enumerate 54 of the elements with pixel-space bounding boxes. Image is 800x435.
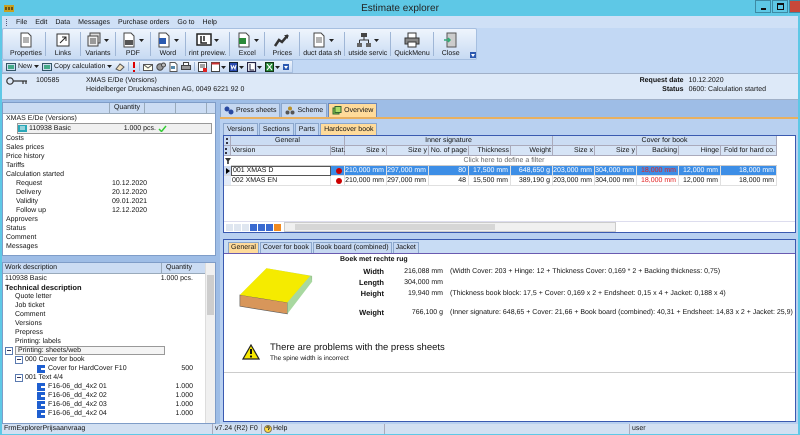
dropdown-caret-icon[interactable] (328, 38, 334, 42)
monitor-icon (196, 32, 212, 48)
dropdown-caret-icon[interactable] (254, 38, 259, 42)
row-indicator[interactable] (224, 166, 231, 176)
mail-icon[interactable] (143, 62, 154, 70)
dropdown-caret-icon[interactable] (104, 38, 110, 42)
grip-icon[interactable] (224, 146, 231, 156)
link-icon (54, 32, 71, 48)
help-icon (264, 425, 272, 433)
dropdown-caret-icon[interactable] (374, 38, 380, 42)
collapse-icon[interactable] (5, 346, 13, 354)
key-icon (6, 77, 28, 85)
printer-icon (404, 32, 420, 48)
pdf-document-icon (121, 32, 138, 48)
warning-icon (242, 344, 260, 360)
app-icon (4, 4, 14, 12)
collapse-icon[interactable] (15, 374, 23, 382)
circles-icon (224, 106, 234, 115)
sheet-icon (37, 364, 46, 372)
network-icon (356, 32, 372, 48)
vertical-scrollbar[interactable] (205, 263, 215, 423)
maximize-button[interactable] (772, 0, 788, 13)
document-icon (310, 32, 327, 48)
warning-title: There are problems with the press sheets (270, 342, 445, 353)
collapse-icon[interactable] (15, 356, 23, 364)
caret-icon (34, 65, 40, 68)
printer-icon[interactable] (181, 62, 192, 71)
word-dropdown-icon[interactable] (229, 62, 244, 72)
calculation-icon (18, 125, 27, 132)
document-icon[interactable] (169, 62, 178, 72)
spreadsheet-dropdown-icon[interactable] (265, 62, 280, 72)
preview-dropdown-icon[interactable] (247, 62, 262, 72)
overflow-icon[interactable] (283, 64, 290, 70)
dropdown-caret-icon[interactable] (139, 38, 144, 42)
document-icon (18, 32, 34, 48)
minimize-button[interactable] (755, 0, 771, 13)
spreadsheet-icon (236, 32, 252, 48)
dropdown-caret-icon[interactable] (174, 38, 180, 42)
exit-door-icon (442, 32, 459, 48)
scheme-icon (285, 106, 296, 115)
calculation-icon (6, 62, 16, 70)
grip-icon[interactable] (224, 136, 231, 146)
exclamation-icon[interactable] (132, 62, 136, 72)
eraser-icon[interactable] (115, 62, 126, 70)
calculation-icon (42, 62, 52, 70)
horizontal-scrollbar[interactable] (284, 222, 616, 232)
window-title: Estimate explorer (361, 2, 439, 14)
overflow-icon[interactable] (470, 52, 476, 58)
word-document-icon (156, 32, 172, 48)
calendar-dropdown-icon[interactable] (211, 62, 226, 72)
caret-icon (107, 65, 112, 68)
stack-icon (86, 32, 102, 48)
dropdown-caret-icon[interactable] (214, 38, 220, 42)
chart-icon (274, 32, 290, 48)
